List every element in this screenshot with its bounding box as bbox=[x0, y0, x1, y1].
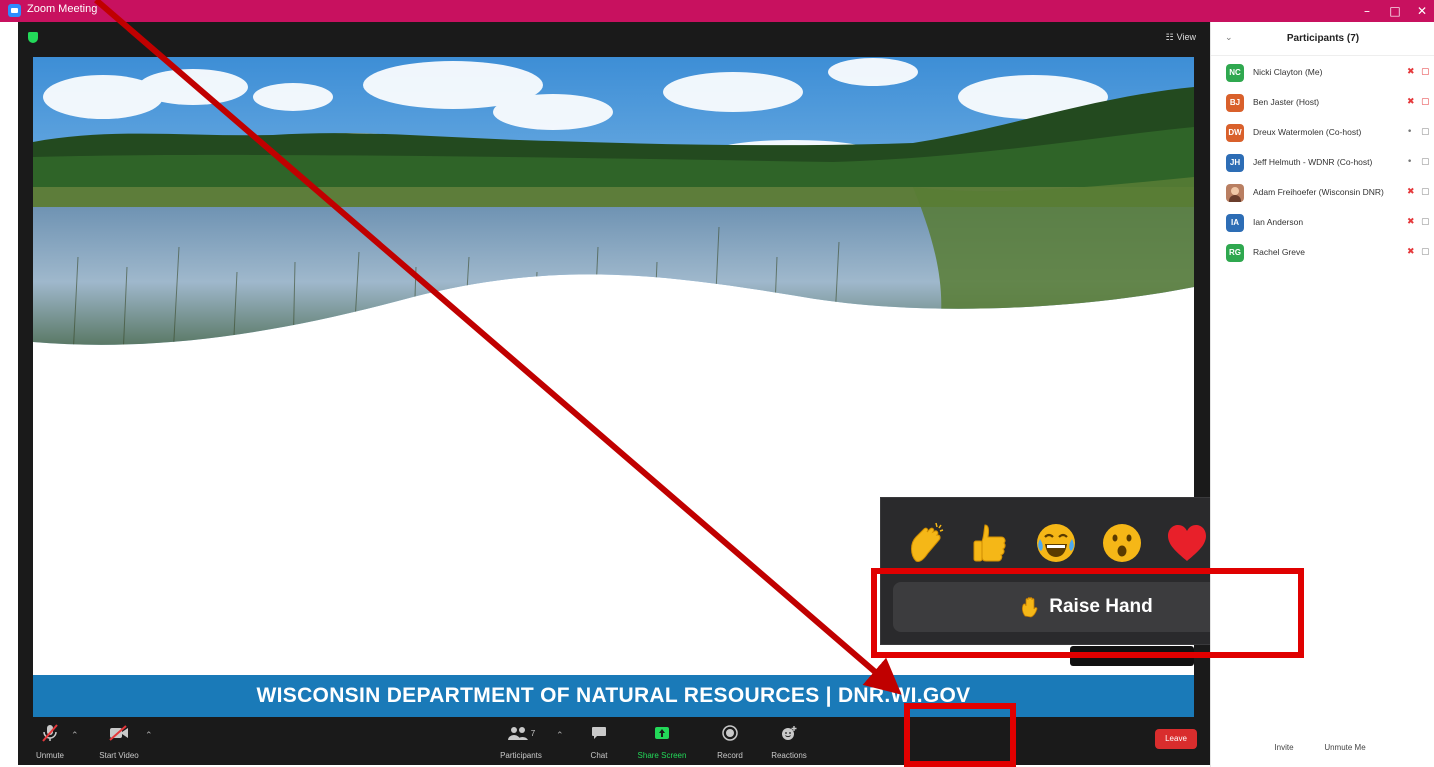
raise-hand-label: Raise Hand bbox=[1049, 596, 1153, 617]
start-video-label: Start Video bbox=[99, 751, 139, 760]
thumbs-up-emoji[interactable] bbox=[964, 516, 1018, 570]
chat-label: Chat bbox=[590, 751, 608, 760]
mic-icon[interactable]: • bbox=[1407, 127, 1412, 137]
muted-mic-icon[interactable]: ✖ bbox=[1407, 217, 1415, 227]
start-video-button[interactable]: Start Video bbox=[94, 721, 144, 760]
participants-panel: ⌄ Participants (7) NC Nicki Clayton (Me) ✖… bbox=[1210, 22, 1434, 767]
participants-label: Participants bbox=[500, 751, 542, 760]
avatar: RG bbox=[1226, 244, 1244, 262]
muted-mic-icon[interactable]: ✖ bbox=[1407, 187, 1415, 197]
avatar: NC bbox=[1226, 64, 1244, 82]
participant-name: Dreux Watermolen (Co-host) bbox=[1253, 127, 1362, 137]
unmute-label: Unmute bbox=[35, 751, 64, 760]
participant-row[interactable]: BJ Ben Jaster (Host) ✖ ▢ bbox=[1211, 90, 1434, 120]
share-screen-icon bbox=[655, 727, 669, 739]
red-heart-icon bbox=[1167, 525, 1206, 561]
surprised-emoji[interactable] bbox=[1095, 516, 1149, 570]
reactions-button[interactable]: Reactions bbox=[767, 721, 811, 760]
participant-name: Jeff Helmuth - WDNR (Co-host) bbox=[1253, 157, 1373, 167]
participants-footer: Invite Unmute Me bbox=[1211, 731, 1434, 767]
meeting-toolbar: Unmute ⌃ Start Video ⌃ 7 Participants ⌃ … bbox=[18, 717, 1210, 765]
avatar: BJ bbox=[1226, 94, 1244, 112]
record-icon bbox=[722, 725, 738, 741]
clap-emoji[interactable] bbox=[899, 516, 953, 570]
participants-button[interactable]: 7 Participants bbox=[496, 721, 546, 760]
participants-title: Participants (7) bbox=[1286, 33, 1360, 44]
close-button[interactable]: ✕ bbox=[1411, 2, 1433, 20]
muted-mic-icon[interactable]: ✖ bbox=[1407, 97, 1415, 107]
participants-header: ⌄ Participants (7) bbox=[1211, 22, 1434, 56]
video-status-icon[interactable]: ▢ bbox=[1421, 127, 1430, 137]
video-options-caret-icon[interactable]: ⌃ bbox=[145, 731, 153, 741]
participant-name: Rachel Greve bbox=[1253, 247, 1305, 257]
invite-button[interactable]: Invite bbox=[1265, 739, 1303, 757]
tears-of-joy-emoji[interactable] bbox=[1029, 516, 1083, 570]
view-label: View bbox=[1176, 32, 1196, 42]
zoom-app-icon bbox=[8, 4, 21, 17]
thumbs-up-icon bbox=[973, 524, 1006, 562]
tears-of-joy-icon bbox=[1037, 524, 1076, 562]
participants-list: NC Nicki Clayton (Me) ✖ ▢ BJ Ben Jaster (Host… bbox=[1211, 60, 1434, 270]
participant-row[interactable]: Adam Freihoefer (Wisconsin DNR) ✖ ▢ bbox=[1211, 180, 1434, 210]
leave-button[interactable]: Leave bbox=[1155, 729, 1197, 749]
unmute-me-button[interactable]: Unmute Me bbox=[1315, 739, 1375, 757]
dnr-logo-badge: DEPT. OF NATURAL RESOURCES bbox=[1070, 646, 1194, 666]
video-status-icon[interactable]: ▢ bbox=[1421, 217, 1430, 227]
muted-mic-icon[interactable]: ✖ bbox=[1407, 247, 1415, 257]
video-off-icon bbox=[109, 725, 128, 741]
participants-options-caret-icon[interactable]: ⌃ bbox=[556, 731, 564, 741]
grid-view-icon: ☷ bbox=[1165, 32, 1174, 42]
record-button[interactable]: Record bbox=[710, 721, 750, 760]
video-status-icon[interactable]: ▢ bbox=[1421, 67, 1430, 77]
participant-name: Adam Freihoefer (Wisconsin DNR) bbox=[1253, 187, 1384, 197]
window-title: Zoom Meeting bbox=[27, 3, 98, 15]
record-label: Record bbox=[717, 751, 743, 760]
muted-mic-icon bbox=[42, 724, 58, 742]
video-status-icon[interactable]: ▢ bbox=[1421, 187, 1430, 197]
avatar: DW bbox=[1226, 124, 1244, 142]
view-button[interactable]: ☷ View bbox=[1166, 32, 1196, 43]
window-titlebar: Zoom Meeting – □ ✕ bbox=[0, 0, 1434, 22]
video-status-icon[interactable]: ▢ bbox=[1421, 97, 1430, 107]
participants-icon bbox=[507, 727, 528, 740]
avatar: IA bbox=[1226, 214, 1244, 232]
participants-count: 7 bbox=[530, 728, 536, 738]
participant-row[interactable]: IA Ian Anderson ✖ ▢ bbox=[1211, 210, 1434, 240]
chat-button[interactable]: Chat bbox=[584, 721, 614, 760]
security-shield-icon[interactable] bbox=[28, 32, 38, 43]
slide-footer-banner: WISCONSIN DEPARTMENT OF NATURAL RESOURCE… bbox=[33, 675, 1194, 717]
participant-name: Ben Jaster (Host) bbox=[1253, 97, 1320, 107]
share-screen-label: Share Screen bbox=[637, 751, 687, 760]
unmute-button[interactable]: Unmute bbox=[30, 721, 70, 760]
share-screen-button[interactable]: Share Screen bbox=[635, 721, 689, 760]
participant-name: Nicki Clayton (Me) bbox=[1253, 67, 1323, 77]
audio-options-caret-icon[interactable]: ⌃ bbox=[71, 731, 79, 741]
avatar: JH bbox=[1226, 154, 1244, 172]
smiley-plus-icon bbox=[782, 726, 797, 740]
video-status-icon[interactable]: ▢ bbox=[1421, 157, 1430, 167]
mic-icon[interactable]: • bbox=[1407, 157, 1412, 167]
surprised-face-icon bbox=[1102, 524, 1141, 562]
participant-row[interactable]: JH Jeff Helmuth - WDNR (Co-host) • ▢ bbox=[1211, 150, 1434, 180]
participant-name: Ian Anderson bbox=[1253, 217, 1304, 227]
reactions-label: Reactions bbox=[771, 751, 807, 760]
muted-mic-icon[interactable]: ✖ bbox=[1407, 67, 1415, 77]
participant-row[interactable]: NC Nicki Clayton (Me) ✖ ▢ bbox=[1211, 60, 1434, 90]
chat-bubble-icon bbox=[592, 727, 606, 739]
maximize-button[interactable]: □ bbox=[1384, 2, 1406, 20]
meeting-area: ☷ View DEPT. OF NATURAL RESOURCES WISCON… bbox=[18, 22, 1210, 765]
minimize-button[interactable]: – bbox=[1356, 2, 1378, 20]
participant-row[interactable]: DW Dreux Watermolen (Co-host) • ▢ bbox=[1211, 120, 1434, 150]
avatar bbox=[1226, 184, 1244, 202]
clapping-hands-icon bbox=[911, 522, 944, 562]
raised-hand-icon bbox=[1022, 597, 1038, 618]
video-status-icon[interactable]: ▢ bbox=[1421, 247, 1430, 257]
participant-row[interactable]: RG Rachel Greve ✖ ▢ bbox=[1211, 240, 1434, 270]
heart-emoji[interactable] bbox=[1160, 516, 1214, 570]
